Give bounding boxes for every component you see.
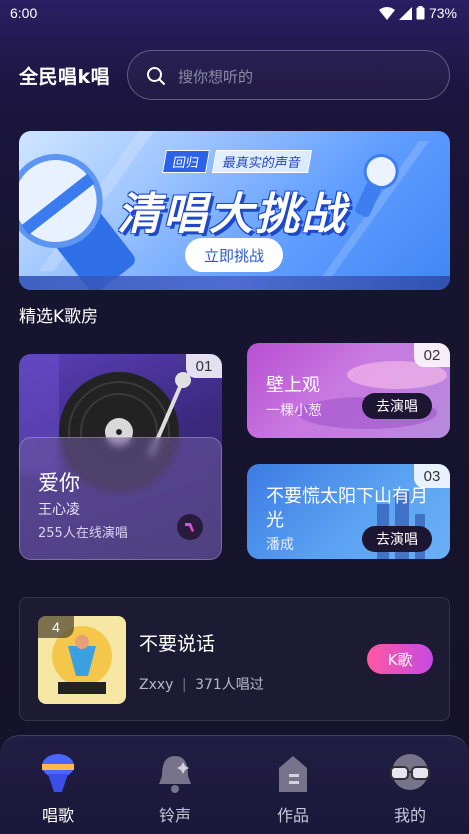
banner-tag-slogan: 最真实的声音 (211, 149, 313, 173)
nav-works-label: 作品 (276, 806, 309, 825)
mic-icon (42, 754, 74, 792)
nav-mine-label: 我的 (393, 806, 426, 825)
glasses-icon (390, 754, 430, 790)
go-sing-button[interactable]: 去演唱 (362, 393, 432, 419)
sing-mic-icon[interactable] (177, 514, 203, 540)
section-title: 精选K歌房 (19, 307, 99, 327)
signal-icon (398, 6, 412, 20)
room-card-1[interactable]: 01 爱你 王心凌 255人在线演唱 (19, 354, 222, 560)
room-card-2[interactable]: 02 壁上观 一棵小葱 去演唱 (247, 343, 450, 438)
nav-sing-label: 唱歌 (41, 806, 74, 825)
challenge-button[interactable]: 立即挑战 (185, 238, 283, 272)
nav-works[interactable]: 作品 (253, 752, 333, 826)
room-rank: 02 (414, 343, 450, 367)
meta-divider: | (181, 677, 187, 693)
banner-tags: 回归 最真实的声音 (161, 149, 313, 173)
nav-ringtone[interactable]: 铃声 (135, 752, 215, 826)
battery-icon (416, 6, 425, 20)
banner-strip (19, 276, 450, 290)
song-rank: 4 (38, 616, 74, 638)
room-artist: 潘成 (266, 537, 294, 553)
song-artist: Zxxy (139, 677, 174, 693)
room-card-3[interactable]: 03 不要慌太阳下山有月光 潘成 去演唱 (247, 464, 450, 559)
nav-ringtone-label: 铃声 (158, 806, 191, 825)
sing-count: 371人唱过 (195, 677, 264, 693)
room-artist: 王心凌 (38, 502, 80, 518)
bell-icon (159, 756, 191, 793)
k-song-button[interactable]: K歌 (367, 644, 433, 674)
status-time: 6:00 (10, 5, 38, 21)
room-song-title: 壁上观 (266, 375, 320, 396)
search-placeholder: 搜你想听的 (178, 68, 254, 86)
wifi-icon (378, 6, 395, 20)
search-input[interactable]: 搜你想听的 (127, 50, 450, 100)
nav-sing[interactable]: 唱歌 (18, 752, 98, 826)
banner-headline: 清唱大挑战 (117, 189, 347, 240)
status-bar: 6:00 73% (0, 0, 469, 28)
go-sing-button[interactable]: 去演唱 (362, 526, 432, 552)
banner-tag-return: 回归 (161, 149, 211, 173)
status-icons: 73% (378, 5, 457, 21)
bottom-nav: 唱歌 铃声 作品 我的 (0, 735, 469, 834)
room-online-count: 255人在线演唱 (38, 526, 128, 541)
app-title: 全民唱k唱 (19, 66, 111, 88)
nav-mine[interactable]: 我的 (370, 752, 450, 826)
album-cover: 4 (38, 616, 126, 704)
works-icon (279, 756, 307, 792)
search-icon (147, 67, 165, 85)
song-row[interactable]: 4 不要说话 Zxxy | 371人唱过 K歌 (19, 597, 450, 721)
song-meta: Zxxy | 371人唱过 (139, 674, 264, 694)
song-title: 不要说话 (139, 633, 216, 655)
battery-level: 73% (428, 5, 457, 21)
challenge-banner[interactable]: 回归 最真实的声音 清唱大挑战 立即挑战 (19, 131, 450, 290)
room-artist: 一棵小葱 (266, 403, 322, 419)
room-song-title: 爱你 (38, 471, 80, 495)
room-rank: 01 (186, 354, 222, 378)
